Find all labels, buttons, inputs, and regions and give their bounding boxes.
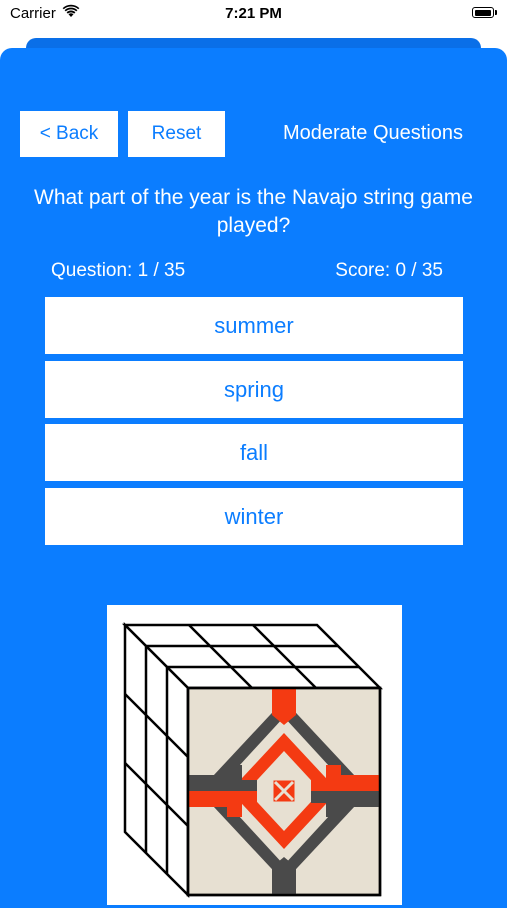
clock: 7:21 PM: [225, 5, 282, 22]
battery-icon: [472, 7, 494, 18]
status-bar: Carrier 7:21 PM: [0, 0, 507, 30]
question-image: [107, 605, 402, 905]
question-counter: Question: 1 / 35: [51, 260, 186, 281]
question-text: What part of the year is the Navajo stri…: [34, 186, 473, 237]
answer-button-spring[interactable]: spring: [45, 361, 463, 418]
battery-tip: [495, 10, 497, 15]
score-label: Score: 0 / 35: [335, 260, 443, 281]
mode-title: Moderate Questions: [282, 122, 464, 144]
reset-button[interactable]: Reset: [128, 111, 225, 157]
back-button[interactable]: < Back: [20, 111, 118, 157]
answer-button-summer[interactable]: summer: [45, 297, 463, 354]
navajo-cube-illustration: [121, 621, 384, 899]
answer-button-fall[interactable]: fall: [45, 424, 463, 481]
answer-button-winter[interactable]: winter: [45, 488, 463, 545]
